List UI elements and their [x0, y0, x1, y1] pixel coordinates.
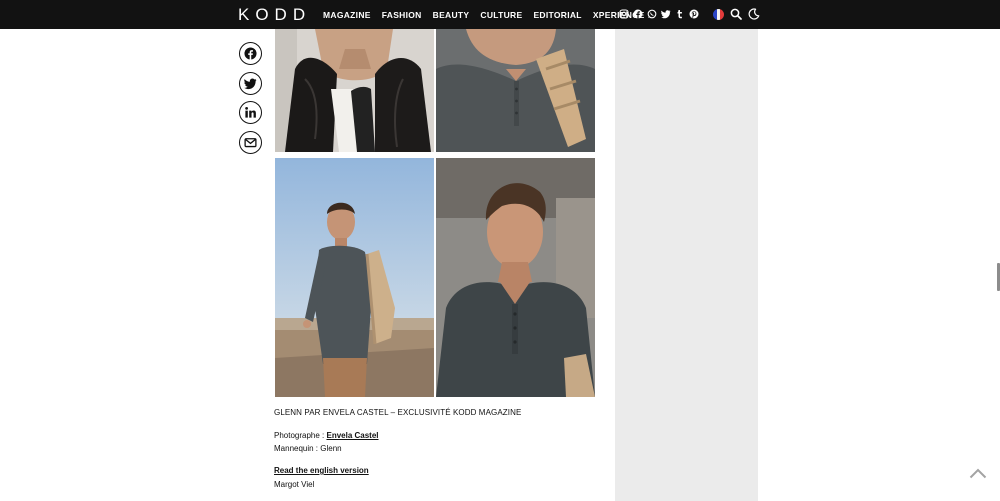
chevron-up-icon[interactable] [969, 467, 987, 479]
social-links [619, 9, 699, 19]
site-logo[interactable]: KODD [238, 5, 311, 24]
nav-item-fashion[interactable]: FASHION [382, 10, 422, 20]
model-credit: Mannequin : Glenn [274, 444, 342, 453]
right-sidebar [615, 29, 758, 501]
top-navigation-bar: KODD MAGAZINE FASHION BEAUTY CULTURE EDI… [0, 0, 1000, 29]
language-flag-icon[interactable] [713, 9, 724, 20]
photo-henley-shirt-closeup[interactable] [436, 29, 595, 152]
share-twitter-button[interactable] [239, 72, 262, 95]
article-caption: GLENN PAR ENVELA CASTEL – EXCLUSIVITÉ KO… [274, 408, 522, 417]
photo-portrait-henley[interactable] [436, 158, 595, 397]
linkedin-icon [245, 107, 256, 118]
nav-item-culture[interactable]: CULTURE [480, 10, 522, 20]
mail-icon [244, 138, 257, 148]
facebook-icon [244, 47, 257, 60]
english-version-link-text[interactable]: Read the english version [274, 466, 369, 475]
article-author: Margot Viel [274, 480, 315, 489]
nav-item-editorial[interactable]: EDITORIAL [533, 10, 581, 20]
pinterest-icon[interactable] [689, 9, 699, 19]
nav-item-beauty[interactable]: BEAUTY [433, 10, 470, 20]
facebook-icon[interactable] [633, 9, 643, 19]
share-facebook-button[interactable] [239, 42, 262, 65]
whatsapp-icon[interactable] [647, 9, 657, 19]
photo-leather-jacket[interactable] [275, 29, 434, 152]
search-icon[interactable] [730, 8, 742, 20]
tumblr-icon[interactable] [675, 9, 685, 19]
photo-backpack-full-body[interactable] [275, 158, 434, 397]
moon-icon[interactable] [748, 8, 760, 20]
share-linkedin-button[interactable] [239, 101, 262, 124]
nav-item-magazine[interactable]: MAGAZINE [323, 10, 371, 20]
share-email-button[interactable] [239, 131, 262, 154]
instagram-icon[interactable] [619, 9, 629, 19]
main-nav: MAGAZINE FASHION BEAUTY CULTURE EDITORIA… [323, 0, 656, 29]
twitter-icon[interactable] [661, 9, 671, 19]
english-version-link[interactable]: Read the english version [274, 466, 369, 475]
photographer-label: Photographe : [274, 431, 327, 440]
photographer-credit: Photographe : Envela Castel [274, 431, 379, 440]
photographer-link[interactable]: Envela Castel [326, 431, 378, 440]
twitter-icon [244, 78, 257, 90]
